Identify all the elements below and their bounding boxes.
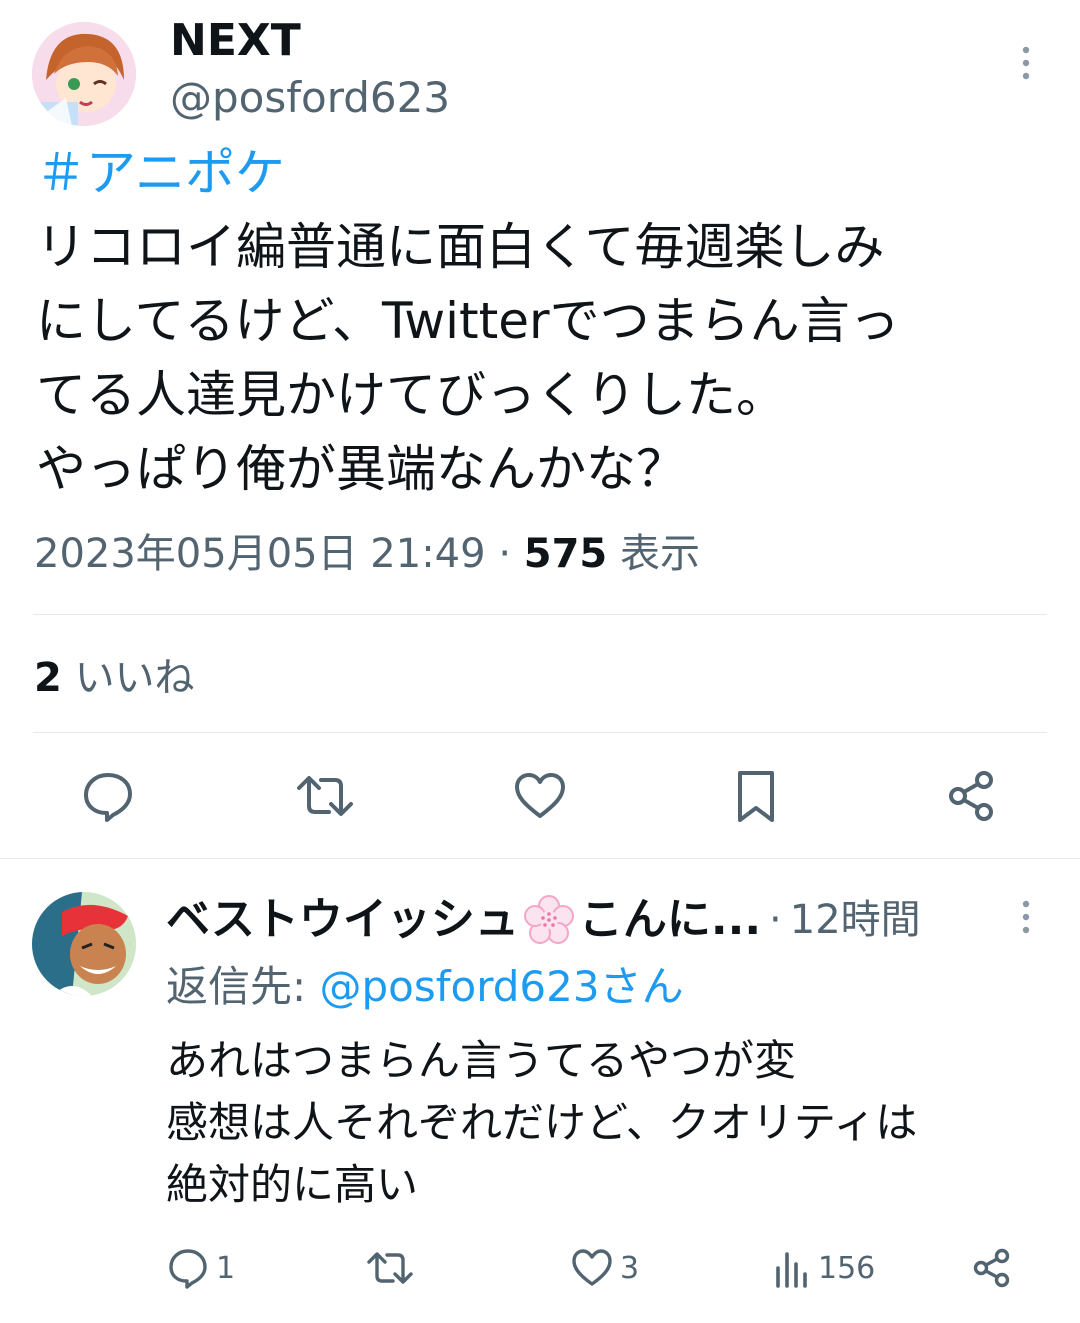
likes-count: 2: [34, 655, 62, 701]
reply-share-button[interactable]: [970, 1244, 1014, 1292]
author-name[interactable]: NEXT: [170, 14, 301, 68]
like-icon[interactable]: [512, 768, 568, 824]
section-divider: [0, 858, 1080, 859]
share-icon[interactable]: [944, 768, 1000, 824]
reply-likes-count: 3: [620, 1250, 640, 1286]
reply-icon[interactable]: [80, 768, 136, 824]
reply-text-line: 感想は人それぞれだけど、クオリティは: [166, 1098, 918, 1147]
hashtag-link[interactable]: ＃アニポケ: [36, 138, 285, 208]
post-text: リコロイ編普通に面白くて毎週楽しみ にしてるけど、Twitterでつまらん言っ …: [36, 210, 900, 506]
reply-author-name[interactable]: ベストウイッシュ: [166, 890, 519, 950]
share-icon: [973, 1248, 1010, 1288]
views-count: 575: [523, 531, 608, 577]
divider: [33, 614, 1047, 615]
meta-separator: ·: [498, 531, 512, 577]
reply-text-line: あれはつまらん言うてるやつが変: [166, 1036, 797, 1085]
post-timestamp[interactable]: 2023年05月05日 21:49: [34, 531, 486, 577]
views-label: 表示: [619, 531, 700, 577]
retweet-icon[interactable]: [295, 768, 355, 824]
reply-separator: ·: [769, 897, 782, 943]
anime-avatar-image: [32, 892, 136, 996]
like-icon: [572, 1249, 612, 1286]
reply-author-name-tail[interactable]: こんに...: [579, 890, 761, 950]
reply-icon: [169, 1249, 207, 1289]
more-options-icon[interactable]: [1014, 44, 1038, 84]
retweet-icon: [367, 1252, 413, 1284]
likes-label: いいね: [74, 655, 195, 701]
author-avatar[interactable]: [32, 22, 136, 126]
author-handle[interactable]: @posford623: [170, 72, 450, 124]
divider: [33, 732, 1047, 733]
reply-header: ベストウイッシュ こんに... · 12時間: [166, 890, 921, 950]
reply-to-prefix: 返信先:: [166, 962, 320, 1011]
reply-author-avatar[interactable]: [32, 892, 136, 996]
bookmark-icon[interactable]: [732, 768, 780, 824]
reply-text: あれはつまらん言うてるやつが変 感想は人それぞれだけど、クオリティは 絶対的に高…: [166, 1030, 917, 1216]
cherry-blossom-icon: [521, 892, 577, 948]
reply-to-handle[interactable]: @posford623さん: [320, 962, 684, 1011]
post-meta: 2023年05月05日 21:49 · 575 表示: [34, 526, 700, 582]
reply-text-line: 絶対的に高い: [166, 1160, 419, 1209]
reply-time[interactable]: 12時間: [790, 890, 921, 950]
post-text-line: やっぱり俺が異端なんかな？: [36, 440, 686, 498]
reply-like-button[interactable]: 3: [570, 1244, 639, 1292]
reply-views-count: 156: [818, 1250, 876, 1286]
reply-replies-count: 1: [216, 1250, 236, 1286]
post-text-line: にしてるけど、Twitterでつまらん言っ: [36, 292, 900, 350]
reply-retweet-button[interactable]: [366, 1244, 414, 1292]
anime-avatar-image: [32, 22, 136, 126]
post-text-line: てる人達見かけてびっくりした。: [36, 366, 786, 424]
analytics-icon: [776, 1252, 807, 1288]
reply-to-line: 返信先: @posford623さん: [166, 958, 684, 1016]
reply-views-button[interactable]: 156: [772, 1244, 875, 1292]
reply-more-options-icon[interactable]: [1014, 898, 1038, 938]
post-text-line: リコロイ編普通に面白くて毎週楽しみ: [36, 218, 885, 276]
reply-replies-button[interactable]: 1: [166, 1244, 235, 1292]
likes-summary[interactable]: 2 いいね: [34, 650, 195, 706]
